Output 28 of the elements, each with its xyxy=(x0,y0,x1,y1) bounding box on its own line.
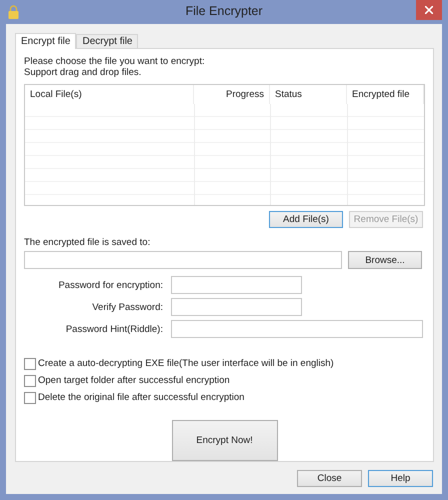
instruction-text: Support drag and drop files. xyxy=(24,67,142,78)
column-header: Local File(s) xyxy=(30,89,82,100)
window-title: File Encrypter xyxy=(184,4,264,18)
close-button[interactable] xyxy=(416,0,442,20)
column-header: Encrypted file xyxy=(352,89,410,100)
save-location-label: The encrypted file is saved to: xyxy=(24,237,152,248)
field-label: Password for encryption: xyxy=(57,280,163,290)
field-label: Password Hint(Riddle): xyxy=(64,324,163,334)
password-field[interactable] xyxy=(171,298,302,316)
close-icon xyxy=(425,6,433,14)
help-button[interactable]: Help xyxy=(368,470,433,487)
add-files-button[interactable]: Add File(s) xyxy=(269,211,343,228)
instruction-text: Please choose the file you want to encrypt: xyxy=(24,56,206,67)
lock-icon xyxy=(8,5,19,19)
browse-button[interactable]: Browse... xyxy=(348,251,422,269)
save-path-field[interactable] xyxy=(24,251,342,269)
close-button[interactable]: Close xyxy=(297,470,362,487)
option-checkbox[interactable]: Delete the original file after successful encryption xyxy=(24,389,425,406)
encrypt-now-button[interactable]: Encrypt Now! xyxy=(172,420,278,461)
column-header: Progress xyxy=(226,89,264,100)
tab[interactable]: Decrypt file xyxy=(76,34,138,48)
option-checkbox[interactable]: Create a auto-decrypting EXE file(The user interface will be in english) xyxy=(24,355,425,372)
tab[interactable]: Encrypt file xyxy=(15,33,76,49)
password-field[interactable] xyxy=(171,276,302,294)
option-checkbox[interactable]: Open target folder after successful encryption xyxy=(24,372,425,389)
field-label: Verify Password: xyxy=(91,302,163,312)
column-header: Status xyxy=(275,89,302,100)
password-field[interactable] xyxy=(171,320,423,338)
